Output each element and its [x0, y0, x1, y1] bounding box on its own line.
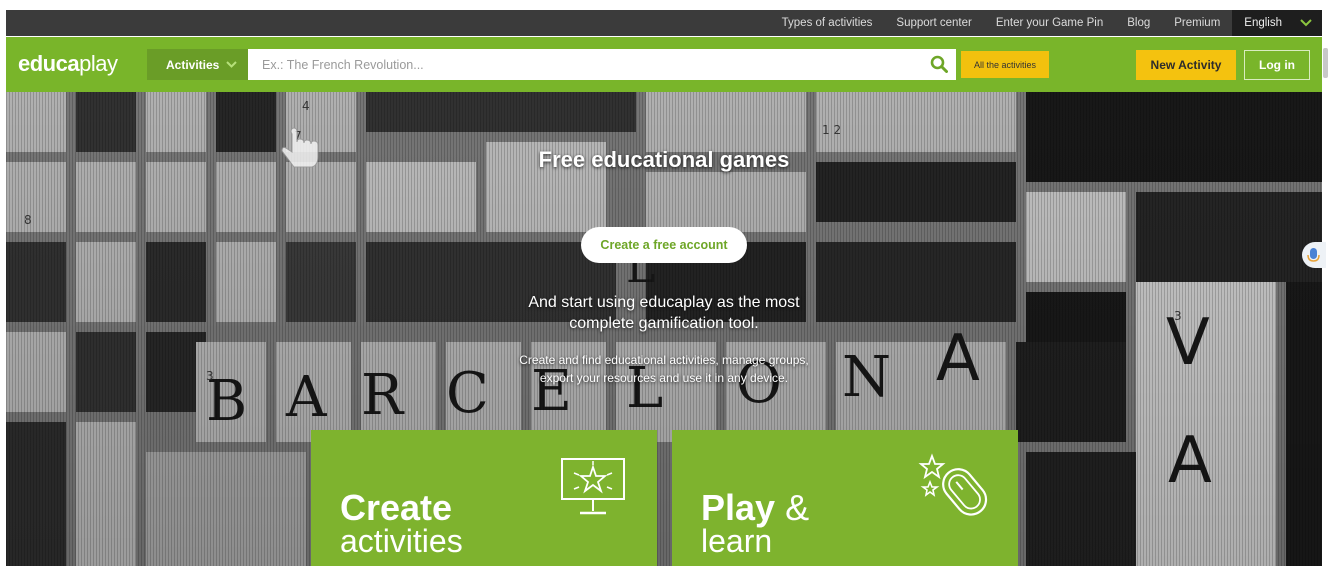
mouse-stars-icon: [918, 453, 988, 516]
hero-section: BAR CEL ON A V A L 478 1 233 Free educat…: [6, 92, 1322, 566]
microphone-icon[interactable]: [1302, 242, 1326, 268]
all-activities-button[interactable]: All the activities: [961, 51, 1049, 78]
top-link-blog[interactable]: Blog: [1115, 17, 1162, 29]
hero-description-line: export your resources and use it in any …: [539, 371, 789, 385]
hero-title: Free educational games: [538, 147, 790, 172]
top-bar: Types of activities Support center Enter…: [6, 10, 1322, 36]
top-link-support-center[interactable]: Support center: [884, 17, 983, 29]
play-learn-card[interactable]: Play & learn: [672, 430, 1018, 566]
play-card-ampersand: &: [785, 487, 810, 528]
login-button[interactable]: Log in: [1244, 50, 1310, 80]
activities-select-label: Activities: [166, 57, 220, 72]
hero-description-line: Create and find educational activities, …: [519, 353, 809, 367]
create-activities-card[interactable]: Create activities: [311, 430, 657, 566]
new-activity-button[interactable]: New Activity: [1136, 50, 1236, 80]
play-card-subtitle: learn: [701, 523, 773, 559]
top-link-game-pin[interactable]: Enter your Game Pin: [984, 17, 1115, 29]
create-card-title: Create: [340, 487, 453, 528]
presentation-star-icon: [561, 458, 625, 515]
create-free-account-button[interactable]: Create a free account: [581, 227, 747, 263]
educaplay-logo[interactable]: educaplay: [18, 51, 118, 77]
top-link-types-of-activities[interactable]: Types of activities: [770, 17, 885, 29]
search-input[interactable]: [248, 49, 956, 80]
create-card-subtitle: activities: [340, 523, 463, 559]
activities-select[interactable]: Activities: [147, 49, 248, 80]
page-scrollbar[interactable]: [1323, 48, 1328, 78]
main-nav: educaplay Activities All the activities …: [6, 37, 1322, 92]
language-label: English: [1244, 17, 1282, 29]
hero-subtitle-line: complete gamification tool.: [569, 315, 759, 332]
top-link-premium[interactable]: Premium: [1162, 17, 1232, 29]
language-selector[interactable]: English: [1232, 10, 1322, 36]
search-icon[interactable]: [930, 55, 948, 73]
hero-subtitle-line: And start using educaplay as the most: [528, 294, 800, 311]
hero-description: Create and find educational activities, …: [6, 351, 1322, 387]
play-card-title: Play &: [701, 487, 810, 528]
chevron-down-icon: [1300, 19, 1312, 27]
top-links: Types of activities Support center Enter…: [770, 10, 1322, 36]
chevron-down-icon: [226, 61, 237, 68]
hero-subtitle: And start using educaplay as the most co…: [6, 292, 1322, 334]
page: Types of activities Support center Enter…: [0, 0, 1328, 566]
